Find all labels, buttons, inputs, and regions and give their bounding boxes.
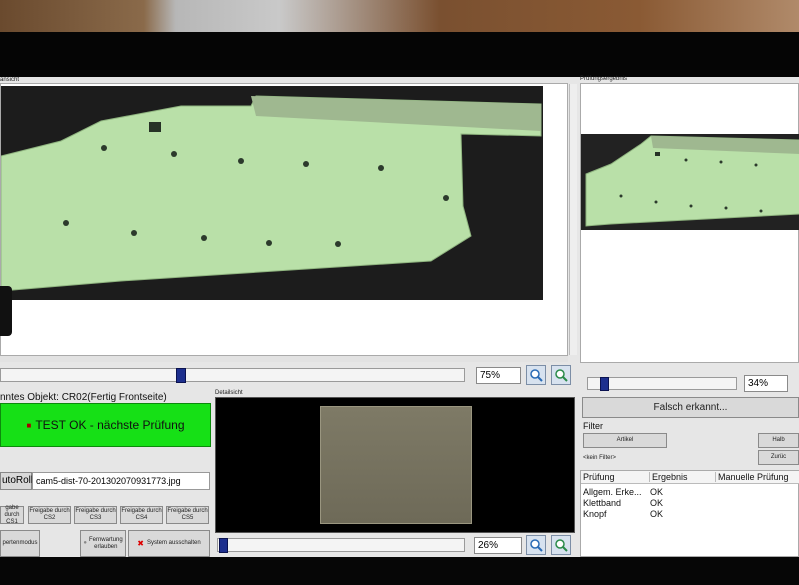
release-cs1-button[interactable]: gabe durch CS1 <box>0 504 24 525</box>
spacer <box>40 530 80 557</box>
row-result: OK <box>650 509 664 519</box>
zoom-fit-icon[interactable] <box>551 365 571 385</box>
release-sub-3: CS3 <box>89 515 102 521</box>
main-zoom-input[interactable]: 75% <box>476 367 521 384</box>
horizontal-scrollbar[interactable] <box>0 356 568 362</box>
table-row[interactable]: Knopf <box>583 509 607 519</box>
false-detected-button[interactable]: Falsch erkannt... <box>582 397 799 418</box>
remote-icon: ● <box>83 540 87 546</box>
detail-slider-thumb[interactable] <box>219 538 228 553</box>
result-view-title: Prüfungsergebnis <box>580 76 628 82</box>
filter-title: Filter <box>583 421 603 431</box>
detail-zoom-slider[interactable] <box>217 538 465 553</box>
vertical-scrollbar[interactable] <box>569 84 577 355</box>
main-image-view <box>0 83 577 356</box>
main-zoom-slider[interactable] <box>0 368 465 383</box>
release-label-2: Freigabe durch <box>29 508 70 514</box>
release-cs2-button[interactable]: Freigabe durch CS2 <box>28 506 71 524</box>
file-name: cam5-dist-70-201302070931773.jpg <box>36 476 181 486</box>
remote-label-2: erlauben <box>94 543 118 550</box>
results-table: Prüfung Ergebnis Manuelle Prüfung Allgem… <box>580 470 799 557</box>
row-test-name: Knopf <box>583 509 607 519</box>
monitor-bezel-bottom <box>0 557 799 585</box>
release-label-1: gabe durch <box>4 504 20 518</box>
expert-mode-button[interactable]: pertenmodus <box>0 530 40 557</box>
result-zoom-slider[interactable] <box>587 377 737 391</box>
result-zoom-input[interactable]: 34% <box>744 375 788 392</box>
release-sub-4: CS4 <box>135 515 148 521</box>
release-sub-1: CS1 <box>6 518 18 525</box>
result-garment-image <box>585 135 799 227</box>
result-slider-thumb[interactable] <box>600 377 609 391</box>
table-row[interactable]: Klettband <box>583 498 621 508</box>
detail-zoom-fit-icon[interactable] <box>551 535 571 555</box>
release-sub-5: CS5 <box>181 515 194 521</box>
status-text: TEST OK - nächste Prüfung <box>35 418 185 432</box>
release-label-3: Freigabe durch <box>75 508 116 514</box>
shutdown-label: System ausschalten <box>147 540 201 546</box>
row-result: OK <box>650 498 664 508</box>
col-header-manual[interactable]: Manuelle Prüfung <box>715 472 789 482</box>
status-icon: ■ <box>26 420 32 430</box>
camera-image <box>0 86 543 300</box>
status-banner: ■ TEST OK - nächste Prüfung <box>0 403 211 447</box>
release-label-5: Freigabe durch <box>167 508 208 514</box>
release-cs4-button[interactable]: Freigabe durch CS4 <box>120 506 163 524</box>
slider-thumb[interactable] <box>176 368 186 383</box>
system-shutdown-button[interactable]: ✖ System ausschalten <box>128 530 210 557</box>
detail-zoom-input[interactable]: 26% <box>474 537 522 554</box>
release-cs3-button[interactable]: Freigabe durch CS3 <box>74 506 117 524</box>
remote-maintenance-button[interactable]: ● Fernwartung erlauben <box>80 530 126 557</box>
file-select[interactable]: cam5-dist-70-201302070931773.jpg <box>32 472 210 490</box>
background-scene <box>0 0 799 32</box>
result-image-view <box>580 83 799 363</box>
col-header-ergebnis[interactable]: Ergebnis <box>649 472 688 482</box>
row-result: OK <box>650 487 664 497</box>
detail-zoom-in-icon[interactable] <box>526 535 546 555</box>
artikel-button[interactable]: Artikel <box>583 433 667 448</box>
zuruck-button[interactable]: Zurüc <box>758 450 799 465</box>
garment-image <box>0 95 542 292</box>
release-label-4: Freigabe durch <box>121 508 162 514</box>
detail-image <box>320 406 472 524</box>
table-row[interactable]: Allgem. Erke... <box>583 487 642 497</box>
halb-button[interactable]: Halb <box>758 433 799 448</box>
row-test-name: Allgem. Erke... <box>583 487 642 497</box>
object-label: nntes Objekt: CR02(Fertig Frontseite) <box>0 392 167 403</box>
release-sub-2: CS2 <box>43 515 56 521</box>
release-cs5-button[interactable]: Freigabe durch CS5 <box>166 506 209 524</box>
col-header-pruefung[interactable]: Prüfung <box>583 472 615 482</box>
row-test-name: Klettband <box>583 498 622 508</box>
side-tab[interactable] <box>0 286 12 336</box>
detail-view-title: Detailsicht <box>215 390 243 396</box>
detail-image-view <box>215 397 575 533</box>
shutdown-icon: ✖ <box>137 539 144 548</box>
zoom-in-icon[interactable] <box>526 365 546 385</box>
result-image <box>581 134 799 230</box>
monitor-bezel <box>0 32 799 77</box>
results-header-row: Prüfung Ergebnis Manuelle Prüfung <box>581 471 799 484</box>
autoroll-button[interactable]: utoRoll <box>0 472 33 490</box>
remote-label-1: Fernwartung <box>88 536 123 543</box>
no-filter-label: <kein Filter> <box>583 455 617 461</box>
